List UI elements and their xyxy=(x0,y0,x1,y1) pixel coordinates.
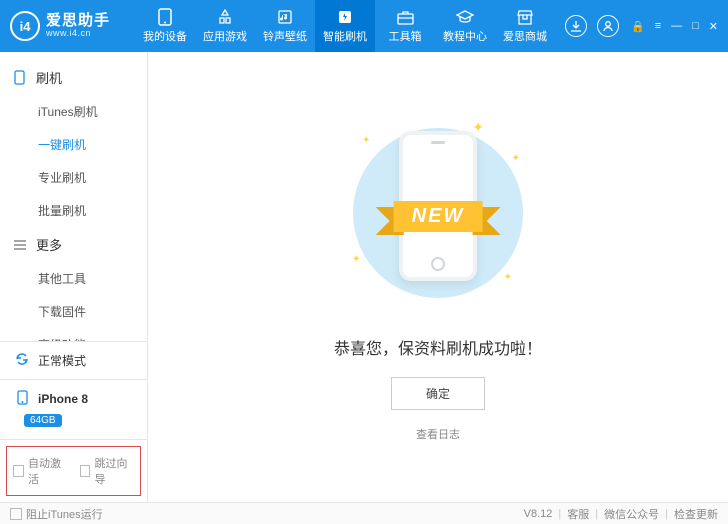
store-icon xyxy=(517,8,533,26)
ok-button[interactable]: 确定 xyxy=(391,377,485,410)
maximize-button[interactable]: □ xyxy=(690,18,701,34)
block-itunes-checkbox[interactable]: 阻止iTunes运行 xyxy=(10,506,103,522)
logo-icon: i4 xyxy=(10,11,40,41)
storage-chip: 64GB xyxy=(24,414,62,427)
star-icon: ✦ xyxy=(352,254,360,265)
nav-store[interactable]: 爱思商城 xyxy=(495,0,555,52)
sidebar-item-oneclick-flash[interactable]: 一键刷机 xyxy=(0,128,147,161)
sidebar-item-batch-flash[interactable]: 批量刷机 xyxy=(0,194,147,227)
apps-icon xyxy=(217,8,233,26)
sidebar-item-other-tools[interactable]: 其他工具 xyxy=(0,262,147,295)
nav-toolbox[interactable]: 工具箱 xyxy=(375,0,435,52)
user-icon[interactable] xyxy=(597,15,619,37)
nav-ringtones[interactable]: 铃声壁纸 xyxy=(255,0,315,52)
device-mode[interactable]: 正常模式 xyxy=(0,342,147,380)
support-link[interactable]: 客服 xyxy=(567,506,589,522)
star-icon: ✦ xyxy=(504,272,512,283)
flash-icon xyxy=(337,8,353,26)
close-button[interactable]: ✕ xyxy=(707,18,720,35)
sidebar-group-more[interactable]: 更多 xyxy=(0,227,147,262)
success-illustration: ✦ ✦ ✦ ✦ ✦ NEW xyxy=(328,113,548,313)
device-icon xyxy=(14,390,30,408)
menu-icon[interactable]: ≡ xyxy=(653,18,663,34)
toolbox-icon xyxy=(397,8,414,26)
sidebar-item-download-fw[interactable]: 下载固件 xyxy=(0,295,147,328)
auto-activate-checkbox[interactable]: 自动激活 xyxy=(13,455,68,487)
brand-url: www.i4.cn xyxy=(46,29,110,38)
list-icon xyxy=(14,240,28,250)
window-controls: 🔒 ≡ — □ ✕ xyxy=(629,18,728,35)
graduation-icon xyxy=(456,8,474,26)
sync-icon xyxy=(14,352,30,369)
wechat-link[interactable]: 微信公众号 xyxy=(604,506,659,522)
statusbar: 阻止iTunes运行 V8.12 | 客服 | 微信公众号 | 检查更新 xyxy=(0,502,728,524)
star-icon: ✦ xyxy=(362,135,370,146)
sidebar-item-advanced[interactable]: 高级功能 xyxy=(0,328,147,341)
minimize-button[interactable]: — xyxy=(669,18,684,34)
logo[interactable]: i4 爱思助手 www.i4.cn xyxy=(0,11,135,41)
view-log-link[interactable]: 查看日志 xyxy=(416,426,460,442)
flash-options-highlight: 自动激活 跳过向导 xyxy=(6,446,141,496)
sidebar: 刷机 iTunes刷机 一键刷机 专业刷机 批量刷机 更多 其他工具 下载固件 … xyxy=(0,52,148,502)
nav-tutorial[interactable]: 教程中心 xyxy=(435,0,495,52)
star-icon: ✦ xyxy=(472,119,484,136)
phone-small-icon xyxy=(14,70,28,85)
success-message: 恭喜您，保资料刷机成功啦！ xyxy=(334,335,542,359)
phone-icon xyxy=(158,8,172,26)
device-info[interactable]: iPhone 8 64GB xyxy=(0,380,147,440)
device-name: iPhone 8 xyxy=(38,392,88,406)
download-icon[interactable] xyxy=(565,15,587,37)
check-update-link[interactable]: 检查更新 xyxy=(674,506,718,522)
star-icon: ✦ xyxy=(512,153,520,164)
sidebar-item-itunes-flash[interactable]: iTunes刷机 xyxy=(0,95,147,128)
new-ribbon: NEW xyxy=(394,201,483,232)
titlebar: i4 爱思助手 www.i4.cn 我的设备 应用游戏 铃声壁纸 智能刷机 工具… xyxy=(0,0,728,52)
music-icon xyxy=(277,8,293,26)
nav-my-device[interactable]: 我的设备 xyxy=(135,0,195,52)
sidebar-item-pro-flash[interactable]: 专业刷机 xyxy=(0,161,147,194)
skip-guide-checkbox[interactable]: 跳过向导 xyxy=(80,455,135,487)
brand-name: 爱思助手 xyxy=(46,13,110,29)
sidebar-group-flash[interactable]: 刷机 xyxy=(0,60,147,95)
lock-icon[interactable]: 🔒 xyxy=(629,18,647,35)
version-label: V8.12 xyxy=(524,508,553,520)
top-nav: 我的设备 应用游戏 铃声壁纸 智能刷机 工具箱 教程中心 爱思商城 xyxy=(135,0,555,52)
nav-flash[interactable]: 智能刷机 xyxy=(315,0,375,52)
nav-apps[interactable]: 应用游戏 xyxy=(195,0,255,52)
main-content: ✦ ✦ ✦ ✦ ✦ NEW 恭喜您，保资料刷机成功啦！ 确定 查看日志 xyxy=(148,52,728,502)
